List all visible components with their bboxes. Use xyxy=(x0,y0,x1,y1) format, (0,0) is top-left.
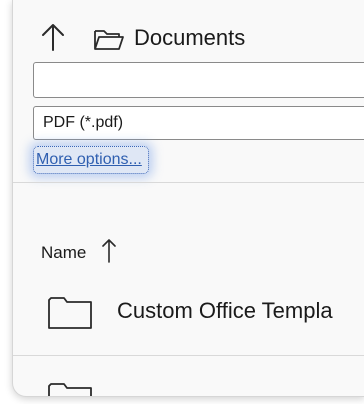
row-divider xyxy=(13,355,364,356)
navigation-row: Documents xyxy=(13,14,364,54)
sort-ascending-icon xyxy=(102,239,116,263)
list-item-label: Custom Office Templa xyxy=(117,298,333,323)
folder-icon xyxy=(48,383,92,396)
section-divider xyxy=(13,182,364,183)
location-label[interactable]: Documents xyxy=(134,25,245,51)
column-header-label: Name xyxy=(41,243,87,262)
list-item[interactable]: Custom Office Templa xyxy=(13,286,364,336)
list-item[interactable] xyxy=(13,372,364,396)
file-type-select[interactable]: PDF (*.pdf) xyxy=(33,106,364,140)
up-arrow-icon[interactable] xyxy=(39,22,67,52)
filename-input[interactable] xyxy=(33,62,364,98)
folder-icon xyxy=(48,297,92,329)
folder-open-icon xyxy=(94,30,124,50)
file-type-selected: PDF (*.pdf) xyxy=(43,114,124,131)
save-dialog-panel: Documents PDF (*.pdf) More options... Na… xyxy=(12,0,364,397)
more-options-link[interactable]: More options... xyxy=(33,146,149,174)
